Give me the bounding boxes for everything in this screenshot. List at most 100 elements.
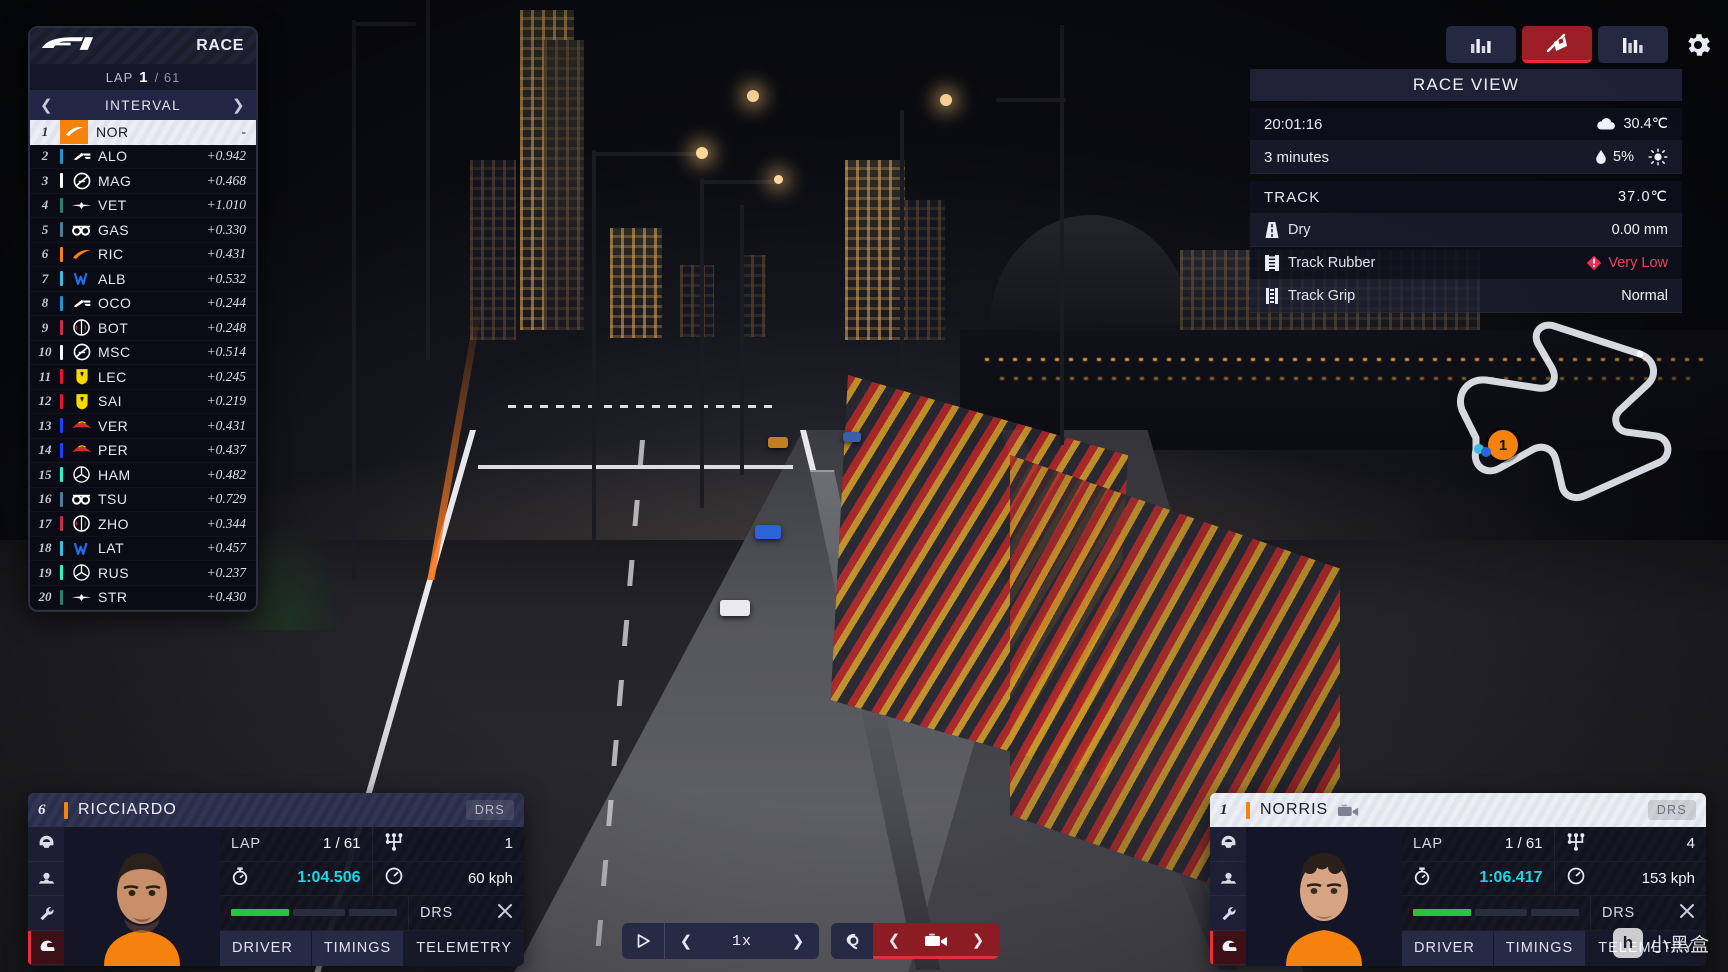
interval-gap: +0.430 (206, 589, 247, 605)
lap-value: 1 / 61 (1504, 835, 1543, 853)
track-grip-value: Normal (1621, 288, 1668, 304)
leaderboard-row[interactable]: 18 LAT +0.457 (30, 537, 256, 562)
leaderboard-row[interactable]: 9 BOT +0.248 (30, 316, 256, 341)
interval-gap: +0.244 (206, 295, 247, 311)
team-color-bar (60, 516, 63, 532)
tab-driver[interactable]: DRIVER (220, 930, 312, 966)
leaderboard-row[interactable]: 20 STR +0.430 (30, 586, 256, 611)
driver-position: 1 (1220, 801, 1228, 818)
race-car (720, 600, 750, 616)
helmet-icon[interactable] (28, 827, 64, 862)
leaderboard-row[interactable]: 2 ALO +0.942 (30, 145, 256, 170)
driver-side-icons (28, 827, 64, 966)
leaderboard-row[interactable]: 1 NOR - (30, 119, 256, 145)
leaderboard-row[interactable]: 5 GAS +0.330 (30, 218, 256, 243)
leaderboard-row[interactable]: 17 ZHO +0.344 (30, 512, 256, 537)
drs-status-label: DRS (420, 904, 454, 921)
analysis-tab[interactable] (1598, 26, 1668, 63)
alert-diamond-icon (1587, 255, 1602, 271)
driver-position: 2 (41, 148, 49, 164)
team-color-bar (60, 491, 63, 507)
speed-increase-button[interactable]: ❯ (777, 923, 819, 959)
stopwatch-icon (1413, 866, 1431, 890)
lap-current: 1 (139, 68, 149, 86)
droplet-icon (1596, 150, 1606, 164)
speed-value: 1x (731, 932, 752, 950)
tyre-wear-cell (1402, 896, 1591, 930)
speedometer-icon (384, 866, 404, 890)
track-condition-row: Dry 0.00 mm (1250, 214, 1682, 247)
leaderboard-panel: RACE LAP 1 / 61 ❮ INTERVAL ❯ 1 NOR - 2 ALO +0… (28, 26, 258, 612)
interval-gap: +0.344 (206, 515, 247, 531)
leaderboard-sort-bar[interactable]: ❮ INTERVAL ❯ (30, 91, 256, 120)
team-color-bar (60, 222, 63, 238)
driver-position: 12 (38, 393, 52, 409)
leaderboard-row[interactable]: 6 RIC +0.431 (30, 243, 256, 268)
team-color-bar (64, 801, 68, 819)
driver-position: 5 (41, 221, 49, 237)
leaderboard-row[interactable]: 3 MAG +0.468 (30, 169, 256, 194)
leaderboard-row[interactable]: 13 VER +0.431 (30, 414, 256, 439)
track-header-label: TRACK (1264, 188, 1321, 206)
play-button[interactable] (622, 923, 664, 959)
leaderboard-row[interactable]: 12 SAI +0.219 (30, 390, 256, 415)
tab-timings[interactable]: TIMINGS (1493, 930, 1587, 966)
team-badge (69, 391, 94, 411)
light-arm (352, 22, 416, 26)
team-color-bar (60, 589, 63, 605)
timing-line (508, 405, 773, 408)
drs-cell: DRS (409, 896, 524, 930)
leaderboard-row[interactable]: 4 VET +1.010 (30, 194, 256, 219)
interval-gap: +0.942 (206, 148, 247, 164)
standings-tab[interactable] (1446, 26, 1516, 63)
tab-driver[interactable]: DRIVER (1402, 930, 1494, 966)
chevron-right-icon[interactable]: ❯ (232, 98, 246, 113)
leaderboard-row[interactable]: 10 MSC +0.514 (30, 341, 256, 366)
camera-next-button[interactable]: ❯ (957, 923, 999, 958)
driver-helmet-icon[interactable] (28, 930, 64, 965)
tyre-wear-bar (1413, 909, 1579, 917)
camera-prev-button[interactable]: ❮ (873, 923, 915, 958)
tyre-wear-cell (220, 896, 409, 930)
team-badge (69, 416, 94, 436)
leaderboard-row[interactable]: 19 RUS +0.237 (30, 561, 256, 586)
race-view-tab[interactable] (1522, 26, 1592, 63)
panel-title: RACE VIEW (1250, 69, 1682, 101)
tab-timings[interactable]: TIMINGS (311, 930, 405, 966)
team-color-bar (60, 540, 63, 556)
leaderboard-row[interactable]: 7 ALB +0.532 (30, 267, 256, 292)
helmet-icon[interactable] (1210, 827, 1246, 862)
camera-button[interactable] (915, 923, 957, 958)
car-setup-icon[interactable] (28, 862, 64, 896)
driver-helmet-icon[interactable] (1210, 930, 1246, 965)
driver-position: 14 (38, 442, 52, 458)
team-color-bar (60, 246, 63, 262)
light-arm (996, 98, 1066, 102)
interval-gap: +0.468 (206, 172, 247, 188)
wrench-icon[interactable] (28, 896, 64, 931)
weather-block: 20:01:16 30.4℃ 3 minutes 5% (1250, 108, 1682, 174)
mini-track-map[interactable]: 1 (1434, 318, 1684, 518)
speed-value: 153 kph (1641, 869, 1695, 887)
leaderboard-row[interactable]: 8 OCO +0.244 (30, 292, 256, 317)
light-pole (700, 178, 704, 508)
replay-loop-button[interactable] (831, 923, 873, 959)
camera-cycle-group: ❮ ❯ (873, 923, 999, 959)
leaderboard-row[interactable]: 11 LEC +0.245 (30, 365, 256, 390)
leaderboard-row[interactable]: 16 TSU +0.729 (30, 488, 256, 513)
interval-gap: +0.457 (206, 540, 247, 556)
driver-position: 15 (38, 466, 52, 482)
car-setup-icon[interactable] (1210, 862, 1246, 896)
play-icon (637, 934, 650, 948)
leaderboard-row[interactable]: 15 HAM +0.482 (30, 463, 256, 488)
settings-button[interactable] (1674, 26, 1722, 63)
speed-decrease-button[interactable]: ❮ (665, 923, 707, 959)
chevron-left-icon[interactable]: ❮ (40, 98, 54, 113)
camera-icon[interactable] (1337, 803, 1359, 818)
driver-panel-body: LAP 1 / 61 1 1:04.506 60 kph DRS DRIVER … (28, 827, 524, 966)
leaderboard-row[interactable]: 14 PER +0.437 (30, 439, 256, 464)
wrench-icon[interactable] (1210, 896, 1246, 931)
lap-label: LAP (105, 69, 134, 85)
tab-telemetry[interactable]: TELEMETRY (404, 930, 524, 966)
lap-time: 1:06.417 (1479, 869, 1543, 887)
